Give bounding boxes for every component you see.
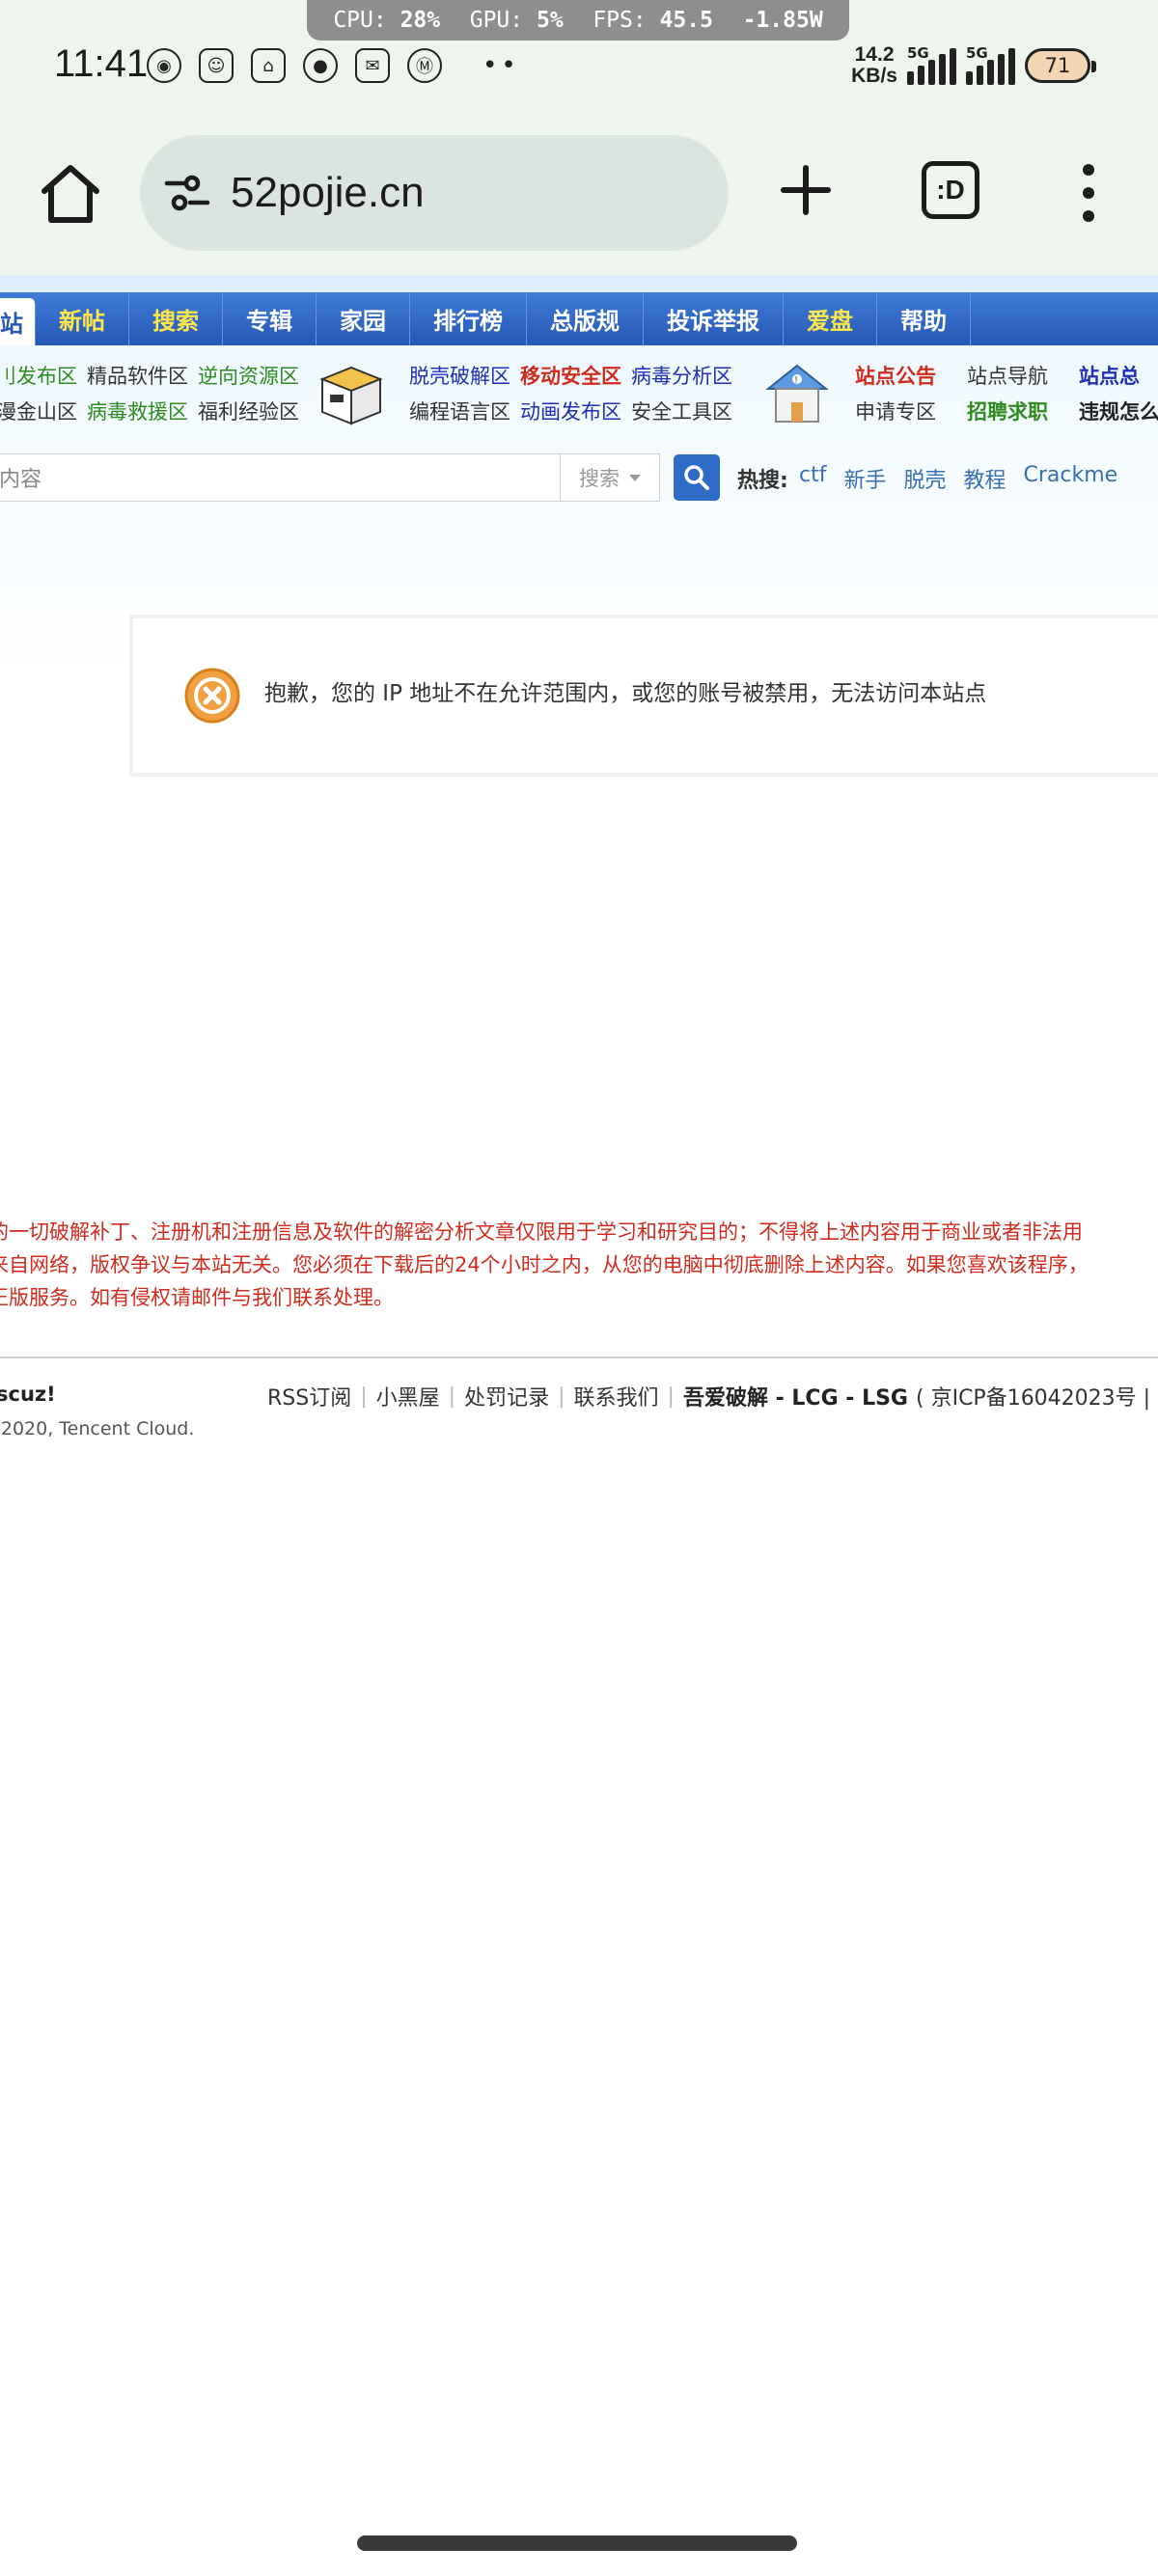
chevron-down-icon: [629, 474, 641, 481]
nav-item-home-space[interactable]: 家园: [317, 292, 410, 345]
forum-link[interactable]: 病毒分析区: [631, 361, 732, 390]
nav-item-help[interactable]: 帮助: [877, 292, 971, 345]
web-page: 站 新帖 搜索 专辑 家园 排行榜 总版规 投诉举报 爱盘 帮助 刂发布区 漫金…: [0, 275, 1158, 2518]
footer-link-blacklist[interactable]: 小黑屋: [376, 1381, 440, 1411]
network-speed: 14.2 KB/s: [851, 43, 897, 87]
hot-search-term[interactable]: 教程: [964, 463, 1006, 494]
nav-item-search[interactable]: 搜索: [129, 292, 223, 345]
hot-search-term[interactable]: 新手: [843, 463, 886, 494]
fps-label: FPS:: [593, 8, 647, 33]
search-bar: 内容 搜索 热搜: ctf 新手 脱壳 教程 Crackme: [0, 453, 1158, 502]
forum-links-group-2: 脱壳破解区 编程语言区 移动安全区 动画发布区 病毒分析区 安全工具区: [409, 357, 732, 428]
forum-link[interactable]: 编程语言区: [409, 397, 510, 425]
footer-divider: [0, 1357, 1158, 1358]
forum-link[interactable]: 逆向资源区: [198, 361, 299, 390]
forum-link[interactable]: 招聘求职: [967, 397, 1048, 425]
cpu-label: CPU:: [333, 8, 387, 33]
forum-link[interactable]: 病毒救援区: [87, 397, 188, 425]
search-button[interactable]: [674, 454, 720, 501]
nav-item-collections[interactable]: 专辑: [223, 292, 317, 345]
notification-icons: ◉ ☺ ⌂ ● ✉ Ⓜ ••: [147, 48, 520, 83]
android-notif-icon: ☺: [199, 48, 234, 83]
nav-item-rules[interactable]: 总版规: [527, 292, 644, 345]
error-icon: [184, 668, 240, 724]
footer-link-contact[interactable]: 联系我们: [574, 1381, 659, 1411]
footer-link-rss[interactable]: RSS订阅: [267, 1381, 351, 1411]
m-app-notif-icon: Ⓜ: [407, 48, 442, 83]
forum-link[interactable]: 站点导航: [967, 361, 1048, 390]
hot-search-term[interactable]: Crackme: [1024, 463, 1118, 494]
gpu-value: 5%: [536, 8, 564, 33]
footer-links: RSS订阅 | 小黑屋 | 处罚记录 | 联系我们 | 吾爱破解 - LCG - LSG…: [267, 1381, 1158, 1411]
search-input[interactable]: 内容: [0, 453, 560, 502]
overflow-menu-icon[interactable]: [1071, 164, 1106, 222]
search-icon: [684, 465, 709, 490]
copyright: -2020, Tencent Cloud.: [0, 1418, 195, 1439]
nav-item-new-posts[interactable]: 新帖: [36, 292, 129, 345]
browser-toolbar: 52pojie.cn :D: [0, 135, 1158, 251]
forum-links-group-1: 刂发布区 漫金山区 精品软件区 病毒救援区 逆向资源区 福利经验区: [0, 357, 299, 428]
mail-notif-icon: ✉: [355, 48, 390, 83]
hot-search-terms: ctf 新手 脱壳 教程 Crackme: [799, 463, 1117, 494]
forum-quick-links: 刂发布区 漫金山区 精品软件区 病毒救援区 逆向资源区 福利经验区 脱壳破解区 …: [0, 354, 1158, 436]
gpu-label: GPU:: [469, 8, 524, 33]
access-denied-message: 抱歉，您的 IP 地址不在允许范围内，或您的账号被禁用，无法访问本站点: [129, 615, 1158, 777]
url-text[interactable]: 52pojie.cn: [231, 169, 425, 217]
app-notif-icon: ⌂: [251, 48, 286, 83]
fps-value: 45.5: [659, 8, 713, 33]
cpu-value: 28%: [400, 8, 441, 33]
hot-search-term[interactable]: ctf: [799, 463, 826, 494]
new-tab-icon[interactable]: [772, 156, 840, 224]
nav-item-ranking[interactable]: 排行榜: [410, 292, 527, 345]
more-notifications-icon: ••: [482, 51, 520, 80]
hot-search-term[interactable]: 脱壳: [903, 463, 946, 494]
forum-link[interactable]: 动画发布区: [520, 397, 621, 425]
browser-notif-icon: ◉: [147, 48, 181, 83]
signal-sim1-icon: 5G: [907, 44, 956, 85]
forum-link[interactable]: 福利经验区: [198, 397, 299, 425]
power-value: -1.85W: [742, 8, 823, 33]
disclaimer-line: 的一切破解补丁、注册机和注册信息及软件的解密分析文章仅限用于学习和研究目的；不得…: [0, 1220, 1083, 1244]
powered-by[interactable]: scuz!: [0, 1383, 56, 1406]
forum-link[interactable]: 站点公告: [855, 361, 936, 390]
gesture-navigation-bar[interactable]: [357, 2535, 797, 2551]
message-text: 抱歉，您的 IP 地址不在允许范围内，或您的账号被禁用，无法访问本站点: [264, 681, 987, 706]
forum-link[interactable]: 移动安全区: [520, 361, 621, 390]
nav-item-home[interactable]: 站: [0, 298, 36, 345]
forum-link[interactable]: 安全工具区: [631, 397, 732, 425]
nav-item-aipan[interactable]: 爱盘: [784, 292, 877, 345]
disclaimer: 的一切破解补丁、注册机和注册信息及软件的解密分析文章仅限用于学习和研究目的；不得…: [0, 1216, 1158, 1314]
tab-switcher-button[interactable]: :D: [922, 161, 979, 219]
svg-text:!: !: [794, 375, 798, 386]
forum-link[interactable]: 违规怎么: [1079, 397, 1158, 425]
signal-sim2-icon: 5G: [966, 44, 1015, 85]
disclaimer-line: 正版服务。如有侵权请邮件与我们联系处理。: [0, 1286, 394, 1309]
forum-link[interactable]: 精品软件区: [87, 361, 188, 390]
home-icon[interactable]: [37, 160, 104, 228]
software-box-icon: [319, 366, 383, 425]
forum-link[interactable]: 站点总: [1079, 361, 1158, 390]
footer-link-penalties[interactable]: 处罚记录: [464, 1381, 549, 1411]
status-clock: 11:41: [54, 42, 149, 85]
address-bar[interactable]: 52pojie.cn: [140, 135, 729, 251]
browser-chrome: CPU: 28% GPU: 5% FPS: 45.5 -1.85W 11:41 …: [0, 0, 1158, 275]
site-settings-icon[interactable]: [163, 169, 211, 217]
footer-site-name[interactable]: 吾爱破解 - LCG - LSG: [683, 1381, 908, 1411]
status-right: 14.2 KB/s 5G 5G 71: [851, 43, 1096, 87]
forum-link[interactable]: 漫金山区: [0, 397, 77, 425]
performance-overlay: CPU: 28% GPU: 5% FPS: 45.5 -1.85W: [307, 0, 849, 41]
hot-search-label: 热搜:: [737, 469, 788, 493]
main-nav: 站 新帖 搜索 专辑 家园 排行榜 总版规 投诉举报 爱盘 帮助: [0, 292, 1158, 345]
footer-icp[interactable]: ( 京ICP备16042023号 | 京公: [916, 1381, 1158, 1411]
forum-link[interactable]: 脱壳破解区: [409, 361, 510, 390]
forum-links-group-3: 站点公告 申请专区 站点导航 招聘求职 站点总 违规怎么: [855, 357, 1158, 428]
disclaimer-line: 来自网络，版权争议与本站无关。您必须在下载后的24个小时之内，从您的电脑中彻底删…: [0, 1253, 1089, 1276]
nav-item-report[interactable]: 投诉举报: [644, 292, 784, 345]
forum-link[interactable]: 刂发布区: [0, 361, 77, 390]
battery-icon: 71: [1025, 48, 1096, 83]
qq-notif-icon: ●: [303, 48, 338, 83]
forum-link[interactable]: 申请专区: [855, 397, 936, 425]
search-type-select[interactable]: 搜索: [560, 453, 660, 502]
house-icon: !: [765, 364, 829, 423]
